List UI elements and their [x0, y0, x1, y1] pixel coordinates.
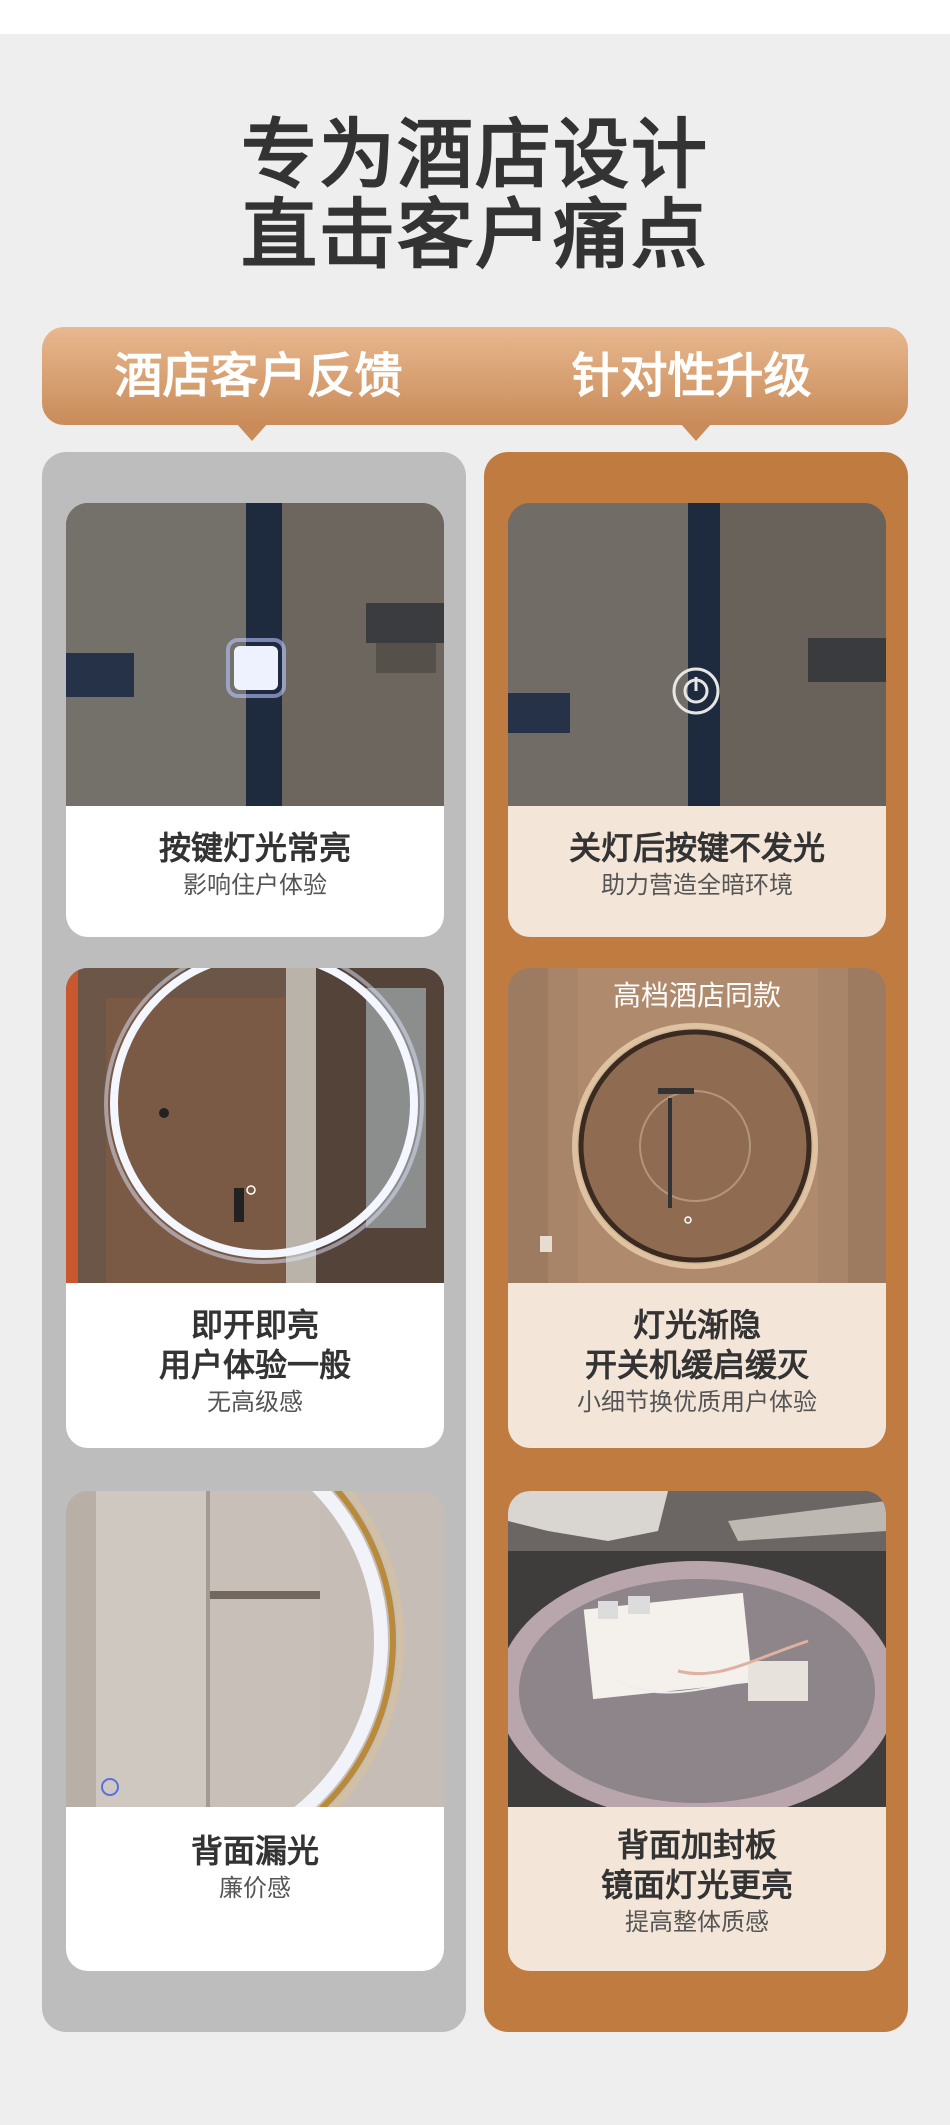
top-strip	[0, 0, 950, 34]
photo-back-light-leak	[66, 1491, 444, 1807]
feedback-card-2-caption: 即开即亮 用户体验一般 无高级感	[66, 1283, 444, 1448]
feedback-card-1: 按键灯光常亮 影响住户体验	[66, 503, 444, 937]
upgrade-card-2-headline-2: 开关机缓启缓灭	[584, 1346, 809, 1384]
upgrade-card-2-caption: 灯光渐隐 开关机缓启缓灭 小细节换优质用户体验	[508, 1283, 886, 1448]
comparison-header: 酒店客户反馈 针对性升级	[42, 327, 908, 425]
header-left-label: 酒店客户反馈	[114, 348, 403, 404]
upgrade-card-3: 背面加封板 镜面灯光更亮 提高整体质感	[508, 1491, 886, 1971]
page-title: 专为酒店设计 直击客户痛点	[0, 115, 950, 275]
feedback-card-2-headline-1: 即开即亮	[190, 1306, 319, 1344]
title-line-2: 直击客户痛点	[241, 190, 709, 279]
upgrade-card-3-caption: 背面加封板 镜面灯光更亮 提高整体质感	[508, 1807, 886, 1971]
upgrade-card-3-headline-2: 镜面灯光更亮	[600, 1866, 793, 1904]
upgrade-card-2-sub: 小细节换优质用户体验	[577, 1388, 817, 1416]
upgrade-card-1: 关灯后按键不发光 助力营造全暗环境	[508, 503, 886, 937]
feedback-card-1-headline: 按键灯光常亮	[158, 829, 351, 867]
upgrade-card-2-headline-1: 灯光渐隐	[632, 1306, 761, 1344]
photo-button-light-off	[508, 503, 886, 806]
upgrade-card-2: 高档酒店同款 灯光渐隐 开关机缓启缓灭 小细节换优质用户体验	[508, 968, 886, 1448]
header-right-pointer	[680, 423, 712, 441]
photo-button-light-on	[66, 503, 444, 806]
upgrade-card-1-headline: 关灯后按键不发光	[568, 829, 825, 867]
feedback-card-2-headline-2: 用户体验一般	[158, 1346, 351, 1384]
photo-badge: 高档酒店同款	[612, 979, 781, 1012]
feedback-card-3: 背面漏光 廉价感	[66, 1491, 444, 1971]
feedback-card-3-headline: 背面漏光	[190, 1832, 319, 1870]
feedback-card-2-sub: 无高级感	[207, 1388, 303, 1416]
upgrade-card-3-sub: 提高整体质感	[625, 1908, 769, 1936]
upgrade-card-1-caption: 关灯后按键不发光 助力营造全暗环境	[508, 806, 886, 937]
photo-back-panel	[508, 1491, 886, 1807]
feedback-card-1-sub: 影响住户体验	[183, 871, 327, 899]
photo-fade-mirror: 高档酒店同款	[508, 968, 886, 1283]
upgrade-card-3-headline-1: 背面加封板	[616, 1826, 777, 1864]
feedback-card-3-caption: 背面漏光 廉价感	[66, 1807, 444, 1971]
photo-instant-on-mirror	[66, 968, 444, 1283]
title-line-1: 专为酒店设计	[241, 110, 709, 199]
upgrade-card-1-sub: 助力营造全暗环境	[601, 871, 793, 899]
feedback-card-2: 即开即亮 用户体验一般 无高级感	[66, 968, 444, 1448]
feedback-card-3-sub: 廉价感	[219, 1874, 291, 1902]
header-right-label: 针对性升级	[571, 348, 812, 404]
header-left-pointer	[236, 423, 268, 441]
feedback-card-1-caption: 按键灯光常亮 影响住户体验	[66, 806, 444, 937]
